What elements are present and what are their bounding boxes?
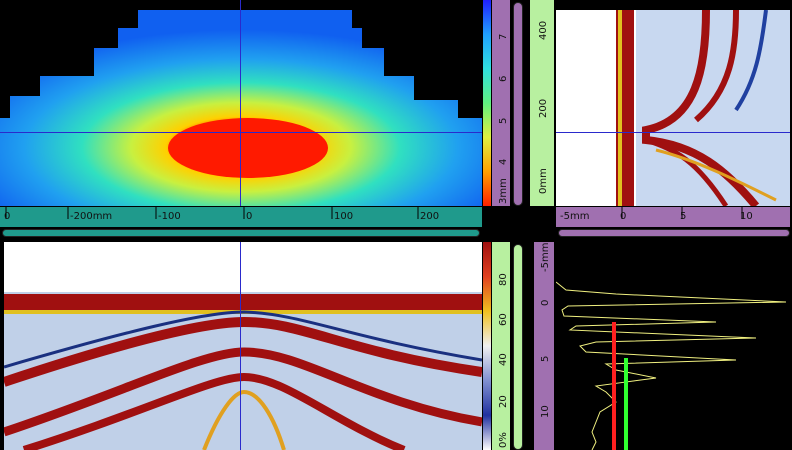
cscan-cursor-vertical[interactable] (240, 0, 241, 206)
side-tick-0: -5mm (560, 211, 590, 222)
palette-label-3: 60 (498, 313, 509, 326)
ascan-trace (556, 281, 787, 450)
side-depth-label-1: 200 (538, 98, 549, 118)
hotspot (168, 118, 328, 178)
bscan-cursor[interactable] (240, 242, 241, 450)
cscan-colorbar-label-1: 4 (498, 158, 509, 165)
side-depth-label-2: 400 (538, 20, 549, 40)
palette-label-1: 20 (498, 395, 509, 408)
side-horizontal-scrollbar[interactable] (558, 229, 790, 237)
cscan-colorbar-label-0: 3mm (498, 178, 509, 204)
cscan-tick-2: -100 (158, 211, 181, 222)
side-tick-3: 10 (740, 211, 753, 222)
bscan-depth-label-3: 10 (540, 405, 551, 418)
bscan-depth-label-1: 0 (540, 299, 551, 306)
side-bscan-view[interactable] (556, 10, 790, 206)
bscan-depth-label-2: 5 (540, 355, 551, 362)
cscan-horizontal-scrollbar[interactable] (2, 229, 480, 237)
side-bscan-image (616, 10, 790, 206)
cscan-colorbar-ruler[interactable] (492, 0, 510, 206)
cscan-colorbar-label-3: 6 (498, 75, 509, 82)
side-depth-label-0: 0mm (538, 168, 549, 194)
bscan-view[interactable] (4, 242, 482, 450)
bscan-palette (483, 242, 491, 450)
ascan-view[interactable] (556, 242, 790, 450)
side-tick-1: 0 (620, 211, 627, 222)
bscan-depth-label-0: -5mm (540, 242, 551, 272)
cscan-tick-5: 200 (420, 211, 440, 222)
cscan-colorbar (483, 0, 491, 206)
cscan-tick-0: 0 (4, 211, 11, 222)
cscan-tick-4: 100 (334, 211, 354, 222)
bscan-depth-ruler[interactable] (534, 242, 554, 450)
side-bscan-cursor[interactable] (556, 132, 790, 133)
cscan-colorbar-label-2: 5 (498, 117, 509, 124)
cscan-cursor-horizontal[interactable] (0, 132, 482, 133)
side-tick-2: 5 (680, 211, 687, 222)
side-horizontal-ruler[interactable]: -5mm 0 5 10 (556, 207, 790, 227)
side-ruler-ticks (621, 207, 743, 219)
palette-label-0: 0% (498, 432, 509, 448)
bscan-palette-scrollbar[interactable] (513, 244, 523, 450)
bscan-image (4, 292, 482, 450)
cscan-tick-1: -200mm (70, 211, 113, 222)
palette-label-2: 40 (498, 353, 509, 366)
cscan-view[interactable] (0, 0, 482, 206)
cscan-colorbar-scrollbar[interactable] (513, 2, 523, 206)
cscan-tick-3: 0 (246, 211, 253, 222)
cscan-horizontal-ruler[interactable]: 0 -200mm -100 0 100 200 (0, 207, 482, 227)
palette-label-4: 80 (498, 273, 509, 286)
cscan-colorbar-label-4: 7 (498, 33, 509, 40)
cscan-image (0, 10, 482, 206)
